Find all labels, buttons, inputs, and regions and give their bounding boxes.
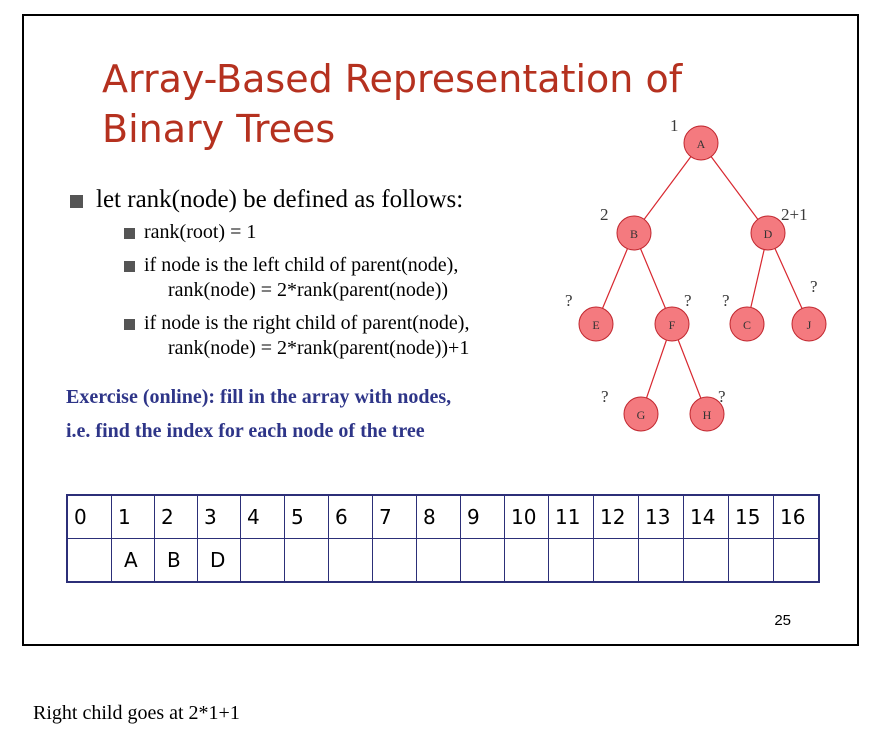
array-value-cell[interactable] xyxy=(593,538,639,583)
tree-node-f: F xyxy=(654,306,690,342)
array-value-row: ABD xyxy=(66,538,820,583)
array-index-cell: 12 xyxy=(593,494,639,539)
rank-label-b: 2 xyxy=(600,205,609,224)
svg-text:A: A xyxy=(697,137,706,151)
rank-label-g: ? xyxy=(601,387,609,406)
array-index-cell: 6 xyxy=(328,494,373,539)
tree-node-g: G xyxy=(623,396,659,432)
rank-label-f: ? xyxy=(684,291,692,310)
array-value-cell[interactable] xyxy=(728,538,774,583)
array-value-cell[interactable] xyxy=(683,538,729,583)
page-number: 25 xyxy=(774,612,791,629)
rank-label-a: 1 xyxy=(670,116,679,135)
array-value-cell[interactable] xyxy=(328,538,373,583)
array-index-cell: 2 xyxy=(154,494,198,539)
array-index-cell: 14 xyxy=(683,494,729,539)
rank-label-j: ? xyxy=(810,277,818,296)
svg-text:J: J xyxy=(807,318,812,332)
array-value-cell[interactable]: A xyxy=(111,538,155,583)
array-value-cell[interactable] xyxy=(66,538,112,583)
array-value-cell[interactable] xyxy=(416,538,461,583)
array-index-cell: 4 xyxy=(240,494,285,539)
array-value-cell[interactable] xyxy=(240,538,285,583)
rank-label-e: ? xyxy=(565,291,573,310)
array-index-cell: 1 xyxy=(111,494,155,539)
rank-label-c: ? xyxy=(722,291,730,310)
array-index-cell: 15 xyxy=(728,494,774,539)
array-index-cell: 13 xyxy=(638,494,684,539)
svg-text:E: E xyxy=(592,318,599,332)
tree-node-b: B xyxy=(616,215,652,251)
array-value-cell[interactable] xyxy=(638,538,684,583)
array-index-cell: 8 xyxy=(416,494,461,539)
array-index-cell: 0 xyxy=(66,494,112,539)
array-index-cell: 10 xyxy=(504,494,549,539)
array-value-cell[interactable] xyxy=(460,538,505,583)
array-value-cell[interactable] xyxy=(548,538,594,583)
svg-text:C: C xyxy=(743,318,751,332)
array-index-cell: 11 xyxy=(548,494,594,539)
array-value-cell[interactable] xyxy=(284,538,329,583)
array-value-cell[interactable]: B xyxy=(154,538,198,583)
array-index-cell: 3 xyxy=(197,494,241,539)
array-value-cell[interactable] xyxy=(504,538,549,583)
array-index-cell: 16 xyxy=(773,494,820,539)
svg-text:G: G xyxy=(637,408,646,422)
array-value-cell[interactable] xyxy=(773,538,820,583)
tree-node-e: E xyxy=(578,306,614,342)
svg-text:B: B xyxy=(630,227,638,241)
array-table: 0 1 2 3 4 5 6 7 8 9 10 11 12 13 14 15 16 ABD xyxy=(66,494,820,583)
svg-text:D: D xyxy=(764,227,773,241)
array-value-cell[interactable]: D xyxy=(197,538,241,583)
speaker-note: Right child goes at 2*1+1 xyxy=(33,702,240,724)
array-index-cell: 7 xyxy=(372,494,417,539)
tree-node-d: D xyxy=(750,215,786,251)
array-index-cell: 9 xyxy=(460,494,505,539)
array-value-cell[interactable] xyxy=(372,538,417,583)
slide: Array-Based Representation of Binary Tre… xyxy=(22,14,859,646)
svg-text:H: H xyxy=(703,408,712,422)
rank-label-d: 2+1 xyxy=(781,205,808,224)
tree-node-j: J xyxy=(791,306,827,342)
svg-text:F: F xyxy=(669,318,676,332)
tree-node-a: A xyxy=(683,125,719,161)
array-index-cell: 5 xyxy=(284,494,329,539)
array-index-row: 0 1 2 3 4 5 6 7 8 9 10 11 12 13 14 15 16 xyxy=(66,494,820,539)
rank-label-h: ? xyxy=(718,387,726,406)
tree-node-c: C xyxy=(729,306,765,342)
